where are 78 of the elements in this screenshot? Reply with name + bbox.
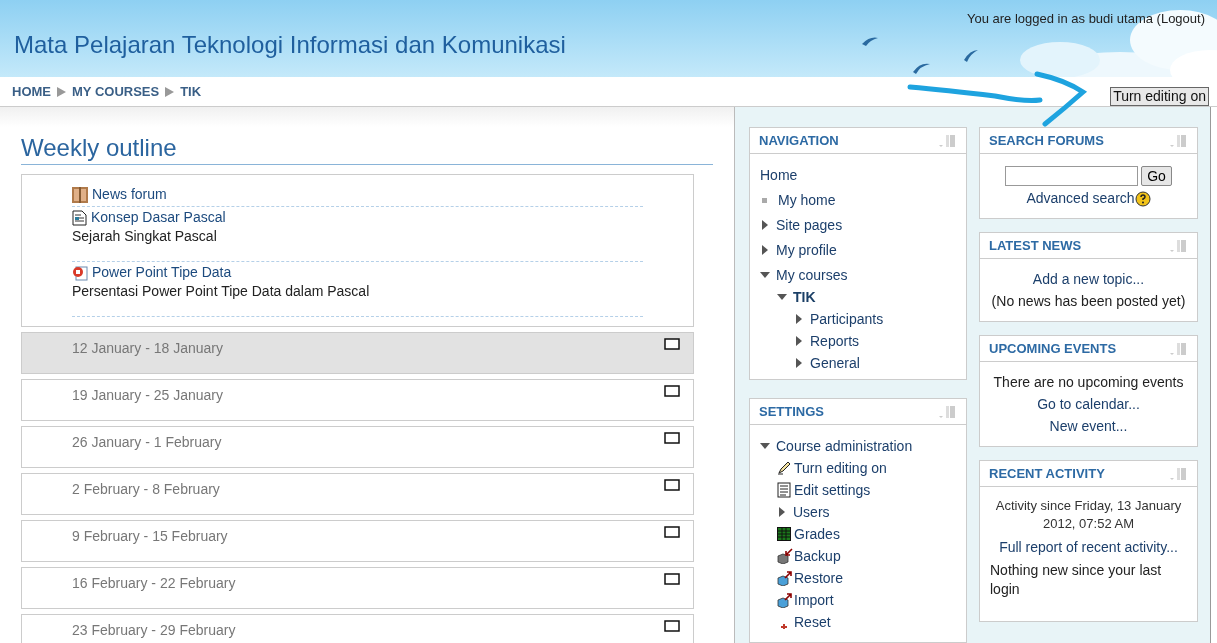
block-paragraph: Nothing new since your last login xyxy=(990,561,1163,599)
block-text: There are no upcoming events xyxy=(992,373,1185,392)
tree-item[interactable]: Grades xyxy=(794,523,840,545)
highlight-toggle-icon[interactable] xyxy=(664,479,680,491)
activity-description: Sejarah Singkat Pascal xyxy=(72,227,218,245)
activity-link[interactable]: Power Point Tipe Data xyxy=(92,262,232,283)
expanded-triangle-icon[interactable] xyxy=(760,270,770,280)
document-icon xyxy=(777,482,791,498)
tree-item[interactable]: Course administration xyxy=(776,435,913,457)
activity-link[interactable]: Konsep Dasar Pascal xyxy=(91,207,226,228)
collapsed-triangle-icon[interactable] xyxy=(794,314,804,324)
tree-item[interactable]: My home xyxy=(778,187,836,213)
separator-icon xyxy=(165,86,175,97)
block-link[interactable]: Go to calendar... xyxy=(990,394,1187,414)
block-title: LATEST NEWS xyxy=(989,236,1082,255)
tree-item[interactable]: Import xyxy=(794,589,834,611)
advanced-search-link[interactable]: Advanced search xyxy=(1026,188,1135,209)
activity-since-text: Activity since Friday, 13 January 2012, 07:52 AM xyxy=(994,497,1183,533)
collapsed-triangle-icon[interactable] xyxy=(794,336,804,346)
document-icon xyxy=(72,209,87,226)
search-field[interactable] xyxy=(1005,166,1139,186)
week-title: 26 January - 1 February xyxy=(72,433,222,452)
week-title: 2 February - 8 February xyxy=(72,480,220,499)
collapsed-triangle-icon[interactable] xyxy=(760,245,770,255)
help-icon[interactable] xyxy=(1134,190,1151,207)
page-heading: Weekly outline xyxy=(21,133,713,165)
breadcrumb-link[interactable]: TIK xyxy=(180,81,202,102)
tree-item[interactable]: Site pages xyxy=(776,212,843,238)
tree-item[interactable]: My profile xyxy=(776,237,837,263)
highlight-toggle-icon[interactable] xyxy=(664,526,680,538)
block-title: SEARCH FORUMS xyxy=(989,131,1104,150)
highlight-toggle-icon[interactable] xyxy=(664,573,680,585)
go-button[interactable]: Go xyxy=(1141,166,1172,186)
pencil-icon xyxy=(777,461,791,475)
login-info: You are logged in as budi utama (Logout) xyxy=(966,10,1205,28)
expanded-triangle-icon[interactable] xyxy=(760,441,770,451)
collapsed-triangle-icon[interactable] xyxy=(777,507,787,517)
bullet-icon xyxy=(762,197,767,203)
tree-item[interactable]: Users xyxy=(793,501,830,523)
highlight-toggle-icon[interactable] xyxy=(664,338,680,350)
block-title: SETTINGS xyxy=(759,402,824,421)
tree-item[interactable]: Restore xyxy=(794,567,844,589)
separator-icon xyxy=(57,86,66,97)
forum-icon xyxy=(72,186,88,203)
grid-icon xyxy=(777,527,791,541)
block-title: NAVIGATION xyxy=(759,131,839,150)
slides-icon xyxy=(72,264,88,281)
tree-item[interactable]: Reset xyxy=(794,611,831,633)
week-title: 19 January - 25 January xyxy=(72,386,223,405)
tree-item[interactable]: Edit settings xyxy=(794,479,871,501)
tree-item[interactable]: Backup xyxy=(794,545,841,567)
tree-item[interactable]: Turn editing on xyxy=(794,457,887,479)
collapsed-triangle-icon[interactable] xyxy=(760,220,770,230)
block-title: RECENT ACTIVITY xyxy=(989,464,1105,483)
collapsed-triangle-icon[interactable] xyxy=(794,358,804,368)
site-title[interactable]: Mata Pelajaran Teknologi Informasi dan Komunikasi xyxy=(14,27,566,77)
expanded-triangle-icon[interactable] xyxy=(777,292,787,302)
box-arrow-icon xyxy=(777,548,793,564)
week-title: 23 February - 29 February xyxy=(72,621,236,640)
highlight-toggle-icon[interactable] xyxy=(664,432,680,444)
activity-link[interactable]: News forum xyxy=(92,184,167,205)
breadcrumb-link[interactable]: MY COURSES xyxy=(72,81,160,102)
block-text: (No news has been posted yet) xyxy=(990,292,1187,311)
block-link[interactable]: Add a new topic... xyxy=(990,269,1187,289)
box-arrow-icon xyxy=(777,592,793,608)
breadcrumb-link[interactable]: HOME xyxy=(12,81,51,102)
week-title: 9 February - 15 February xyxy=(72,527,228,546)
block-link[interactable]: Full report of recent activity... xyxy=(990,537,1187,557)
activity-description: Persentasi Power Point Tipe Data dalam Pascal xyxy=(72,282,371,300)
week-title: 16 February - 22 February xyxy=(72,574,236,593)
highlight-toggle-icon[interactable] xyxy=(664,620,680,632)
box-arrow-icon xyxy=(777,570,793,586)
block-link[interactable]: New event... xyxy=(990,416,1187,436)
highlight-toggle-icon[interactable] xyxy=(664,385,680,397)
week-title: 12 January - 18 January xyxy=(72,339,223,358)
turn-editing-on-button[interactable]: Turn editing on xyxy=(1110,87,1209,106)
block-title: UPCOMING EVENTS xyxy=(989,339,1117,358)
tree-item[interactable]: Home xyxy=(760,162,798,188)
